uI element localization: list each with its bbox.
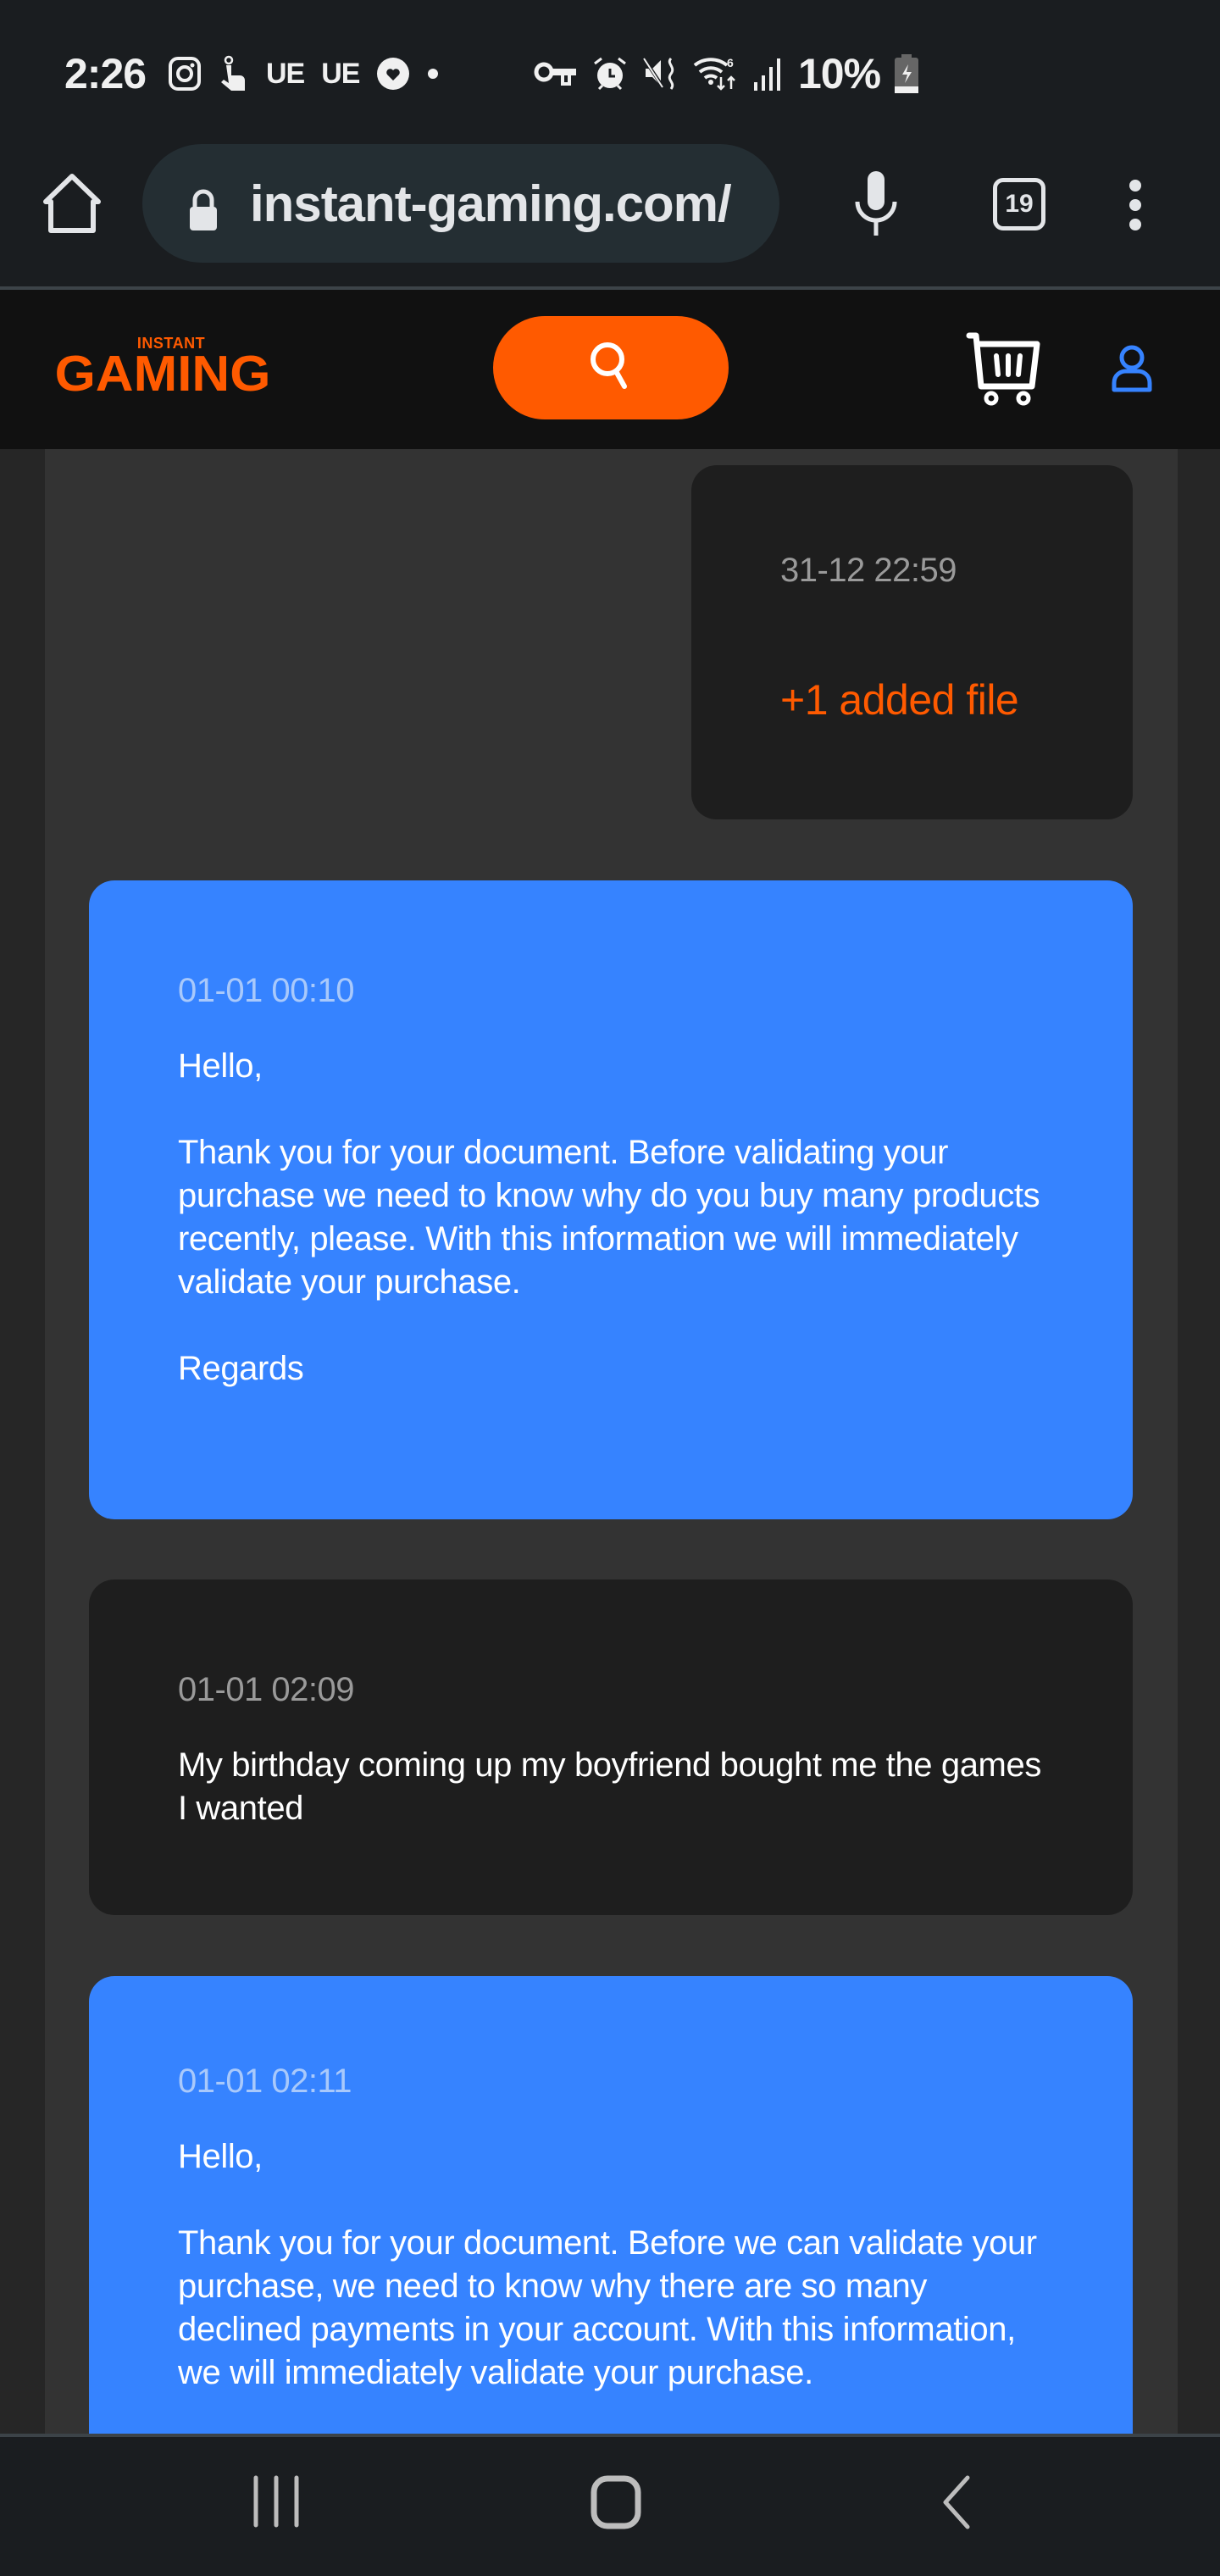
message-timestamp: 01-01 00:10 <box>178 972 355 1009</box>
message-body: Hello, Thank you for your document. Befo… <box>178 2135 1051 2395</box>
cart-icon[interactable] <box>966 330 1044 411</box>
message-paragraph: Hello, <box>178 2138 263 2175</box>
svg-text:6: 6 <box>727 56 734 69</box>
status-bar: 2:26 UE UE 6 10% <box>0 0 1220 136</box>
battery-charging-icon <box>894 54 919 93</box>
battery-percent: 10% <box>798 50 881 97</box>
home-icon[interactable] <box>42 171 102 239</box>
status-icons-left: UE UE <box>168 53 439 95</box>
browser-toolbar: instant-gaming.com/ 19 <box>0 136 1220 286</box>
mute-icon <box>642 55 679 92</box>
microphone-icon[interactable] <box>852 171 900 243</box>
message-user: 01-01 02:09 My birthday coming up my boy… <box>89 1579 1133 1915</box>
url-bar[interactable]: instant-gaming.com/ <box>142 144 779 263</box>
touch-icon <box>219 55 249 92</box>
attachment-link[interactable]: +1 added file <box>780 675 1019 724</box>
signal-icon <box>752 55 785 92</box>
message-timestamp: 31-12 22:59 <box>780 552 957 589</box>
message-user: 31-12 22:59 +1 added file <box>691 465 1133 819</box>
message-paragraph: Hello, <box>178 1047 263 1085</box>
alarm-icon <box>591 55 629 92</box>
user-account-icon[interactable] <box>1110 344 1154 397</box>
system-nav-bar <box>0 2434 1220 2576</box>
search-button[interactable] <box>493 316 729 419</box>
vpn-key-icon <box>534 58 578 89</box>
status-time: 2:26 <box>64 50 147 97</box>
message-body: Hello, Thank you for your document. Befo… <box>178 1045 1051 1391</box>
message-paragraph: My birthday coming up my boyfriend bough… <box>178 1746 1041 1827</box>
more-menu-icon[interactable] <box>1125 180 1145 230</box>
lock-icon <box>186 188 220 236</box>
page-background: 31-12 22:59 +1 added file 01-01 00:10 He… <box>0 449 1220 2569</box>
message-paragraph: Thank you for your document. Before we c… <box>178 2224 1037 2391</box>
wifi-6-icon: 6 <box>693 55 739 92</box>
message-paragraph: Regards <box>178 1350 304 1387</box>
message-support: 01-01 00:10 Hello, Thank you for your do… <box>89 880 1133 1519</box>
status-icons-right: 6 10% <box>534 50 919 97</box>
message-timestamp: 01-01 02:09 <box>178 1671 355 1708</box>
ticket-conversation: 31-12 22:59 +1 added file 01-01 00:10 He… <box>45 449 1178 2569</box>
dot-icon <box>427 68 439 80</box>
tab-switcher-button[interactable]: 19 <box>993 178 1045 230</box>
site-header: INSTANT GAMING <box>0 290 1220 449</box>
logo-main-text: GAMING <box>54 346 271 402</box>
site-logo[interactable]: INSTANT GAMING <box>44 336 281 402</box>
message-paragraph: Thank you for your document. Before vali… <box>178 1134 1040 1301</box>
url-text[interactable]: instant-gaming.com/ <box>250 175 732 233</box>
recent-apps-icon[interactable] <box>251 2474 302 2533</box>
home-nav-icon[interactable] <box>590 2474 642 2534</box>
message-body: My birthday coming up my boyfriend bough… <box>178 1744 1051 1830</box>
instagram-icon <box>168 56 202 92</box>
heart-badge-icon <box>376 57 410 91</box>
back-icon[interactable] <box>939 2474 973 2534</box>
message-timestamp: 01-01 02:11 <box>178 2062 352 2100</box>
ue-label-1: UE <box>266 57 305 90</box>
ue-label-2: UE <box>321 57 360 90</box>
search-icon <box>585 339 636 397</box>
